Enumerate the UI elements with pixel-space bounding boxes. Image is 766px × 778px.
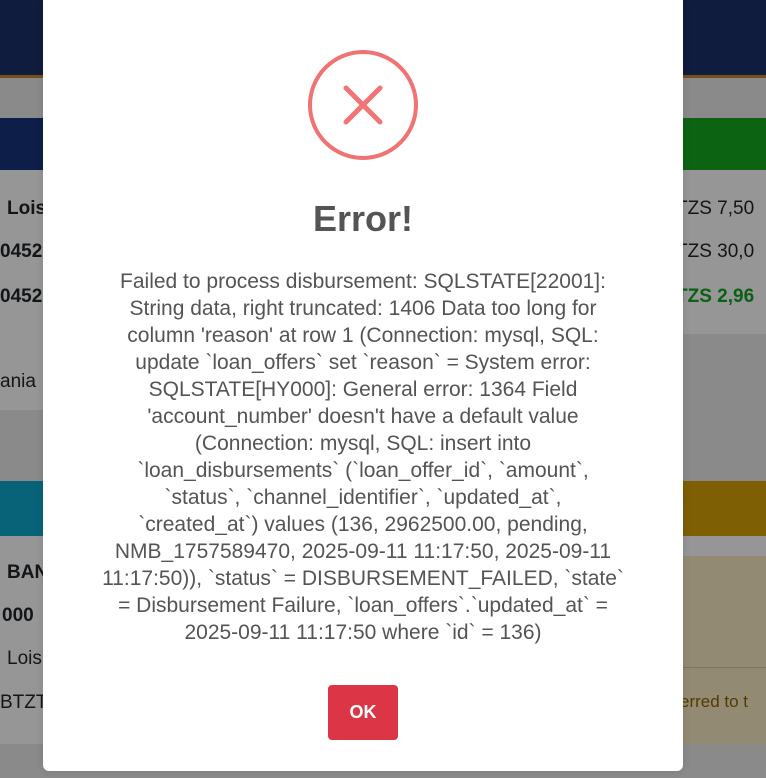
- error-dialog: Error! Failed to process disbursement: S…: [43, 0, 683, 771]
- ok-button[interactable]: OK: [328, 685, 398, 740]
- message-line: SQLSTATE[HY000]: General error: 1364 Fie…: [148, 378, 578, 401]
- message-line: String data, right truncated: 1406 Data …: [129, 297, 597, 320]
- dialog-message: Failed to process disbursement: SQLSTATE…: [76, 268, 650, 646]
- error-x-icon: [308, 50, 418, 160]
- message-line: column 'reason' at row 1 (Connection: my…: [127, 324, 599, 347]
- message-line: = Disbursement Failure, `loan_offers`.`u…: [118, 594, 608, 617]
- message-line: 'account_number' doesn't have a default …: [147, 405, 579, 428]
- message-line: `created_at`) values (136, 2962500.00, p…: [138, 513, 588, 536]
- message-line: `status`, `channel_identifier`, `updated…: [164, 486, 562, 509]
- message-line: NMB_1757589470, 2025-09-11 11:17:50, 202…: [114, 540, 612, 563]
- dialog-title: Error!: [312, 198, 414, 239]
- message-line: 2025-09-11 11:17:50 where `id` = 136): [184, 621, 542, 644]
- message-line: update `loan_offers` set `reason` = Syst…: [135, 351, 591, 374]
- message-line: 11:17:50)), `status` = DISBURSEMENT_FAIL…: [102, 567, 624, 590]
- message-line: (Connection: mysql, SQL: insert into: [194, 432, 532, 455]
- message-line: `loan_disbursements` (`loan_offer_id`, `…: [137, 459, 589, 482]
- message-line: Failed to process disbursement: SQLSTATE…: [120, 270, 606, 293]
